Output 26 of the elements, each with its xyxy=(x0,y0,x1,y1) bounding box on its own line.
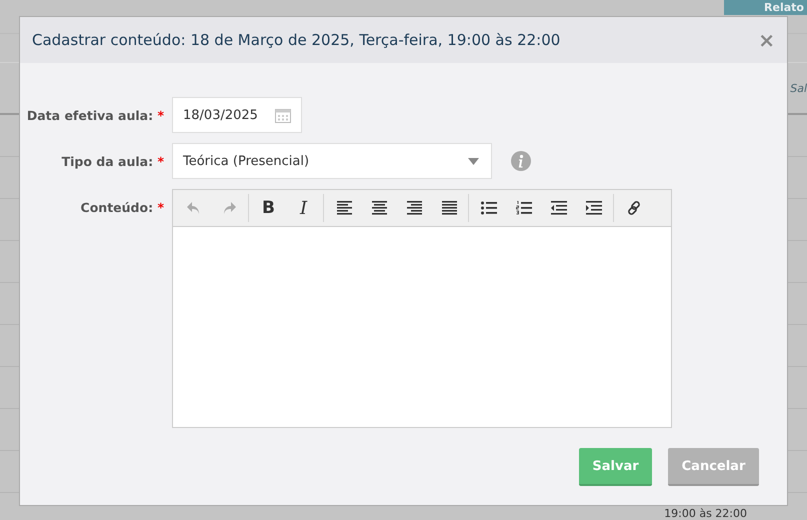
outdent-icon xyxy=(550,201,566,215)
undo-icon xyxy=(186,202,200,214)
field-label: Data efetiva aula: xyxy=(26,108,154,123)
field-label: Tipo da aula: xyxy=(62,154,154,169)
calendar-icon xyxy=(275,108,291,122)
redo-icon xyxy=(222,202,236,214)
align-left-icon xyxy=(336,201,352,215)
required-asterisk: * xyxy=(157,200,164,215)
numbered-list-icon xyxy=(516,201,532,215)
bold-button[interactable]: B xyxy=(251,193,286,223)
time-text: 19:00 às 22:00 xyxy=(664,508,747,520)
required-asterisk: * xyxy=(157,154,164,169)
column-header: Sal xyxy=(790,82,807,94)
indent-icon xyxy=(586,201,602,215)
lesson-type-dropdown[interactable]: Teórica (Presencial) xyxy=(172,143,492,179)
caret-icon xyxy=(468,158,479,164)
required-asterisk: * xyxy=(157,108,164,123)
align-right-icon xyxy=(406,201,422,215)
link-icon xyxy=(626,200,642,216)
date-field[interactable]: 18/03/2025 xyxy=(172,97,302,133)
justify-icon xyxy=(440,201,456,215)
align-center-icon xyxy=(370,201,386,215)
italic-button[interactable]: I xyxy=(286,193,321,223)
field-label: Conteúdo: xyxy=(80,200,154,215)
modal-title: Cadastrar conteúdo: 18 de Março de 2025, Terça-feira, 19:00 às 22:00 xyxy=(32,31,560,49)
bulleted-list-icon xyxy=(480,201,496,215)
